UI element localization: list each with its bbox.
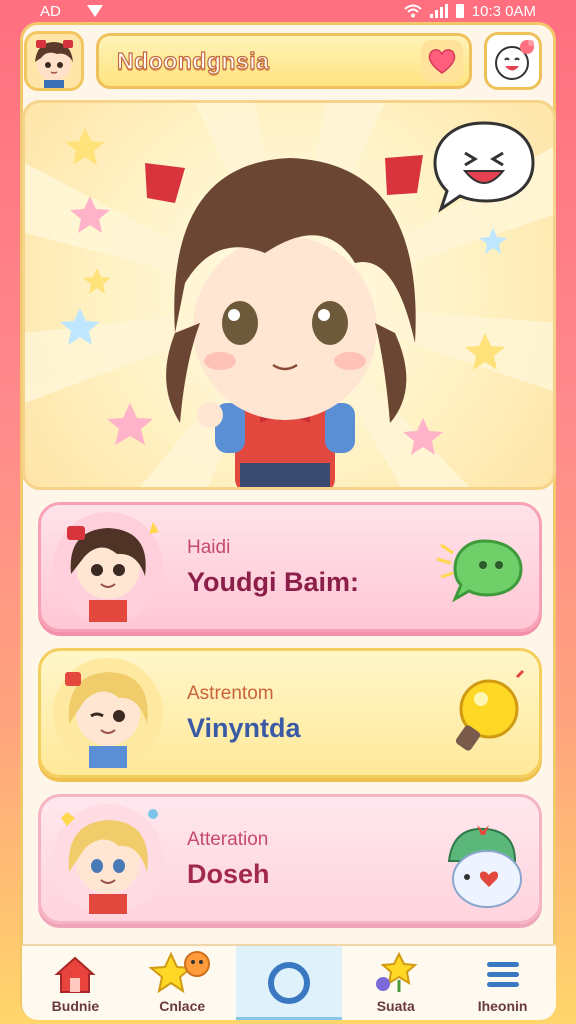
chibi-avatar-icon bbox=[67, 522, 159, 622]
chibi-avatar-icon bbox=[35, 40, 73, 88]
card-title: Vinyntda bbox=[187, 712, 301, 743]
chat-bubble-icon bbox=[436, 539, 523, 603]
card-title: Doseh bbox=[187, 858, 270, 889]
card-text: Astrentom Vinyntda bbox=[187, 683, 301, 744]
bottom-nav: Budnie Cnlace Suata Iheonin bbox=[22, 944, 556, 1020]
nav-item-menu[interactable]: Iheonin bbox=[449, 946, 556, 1020]
app-title: Ndoondgnsia bbox=[116, 47, 270, 74]
card-subtitle: Astrentom bbox=[187, 682, 274, 704]
character-thumbnail bbox=[53, 804, 163, 914]
chibi-avatar-icon bbox=[65, 672, 148, 768]
card-subtitle: Atteration bbox=[187, 828, 269, 850]
star-icon bbox=[148, 951, 211, 994]
wifi-icon bbox=[404, 4, 422, 18]
battery-icon bbox=[455, 4, 464, 18]
heart-icon bbox=[428, 49, 456, 74]
character-thumbnail bbox=[53, 512, 163, 622]
favorite-button[interactable] bbox=[421, 40, 463, 82]
nav-label: Budnie bbox=[51, 998, 100, 1014]
home-icon bbox=[54, 956, 97, 993]
lightbulb-icon bbox=[455, 669, 525, 751]
app-header: Ndoondgnsia bbox=[24, 28, 554, 94]
list-item[interactable]: Astrentom Vinyntda bbox=[38, 648, 542, 778]
chat-button[interactable] bbox=[429, 519, 529, 619]
menu-icon bbox=[486, 962, 519, 987]
list-item[interactable]: Haidi Youdgi Baim: bbox=[38, 502, 542, 632]
character-thumbnail bbox=[53, 658, 163, 768]
emoji-button[interactable] bbox=[484, 32, 542, 90]
nav-item-home[interactable]: Budnie bbox=[22, 946, 129, 1020]
nav-label: Suata bbox=[376, 998, 415, 1014]
speech-bubble bbox=[431, 119, 537, 213]
card-text: Atteration Doseh bbox=[187, 829, 270, 890]
laughing-speech-bubble-icon bbox=[433, 121, 535, 213]
nav-label: Iheonin bbox=[477, 998, 528, 1014]
status-time: 10:3 0AM bbox=[471, 2, 536, 20]
signal-icon bbox=[429, 4, 448, 18]
avatar[interactable] bbox=[24, 31, 84, 91]
mascot-button[interactable] bbox=[429, 811, 529, 911]
nav-item-center[interactable] bbox=[235, 946, 343, 1020]
idea-button[interactable] bbox=[429, 665, 529, 765]
flower-icon bbox=[375, 951, 418, 992]
laughing-face-icon bbox=[495, 40, 534, 80]
hero-banner bbox=[22, 100, 556, 490]
nav-item-status[interactable]: Suata bbox=[342, 946, 449, 1020]
nav-item-favorites[interactable]: Cnlace bbox=[129, 946, 236, 1020]
mascot-icon bbox=[447, 825, 522, 908]
list-item[interactable]: Atteration Doseh bbox=[38, 794, 542, 924]
card-subtitle: Haidi bbox=[187, 536, 231, 558]
circle-icon bbox=[267, 962, 310, 1004]
notification-icon bbox=[86, 5, 103, 17]
chibi-avatar-icon bbox=[61, 809, 158, 914]
card-title: Youdgi Baim: bbox=[187, 566, 359, 597]
status-bar: AD 10:3 0AM bbox=[0, 0, 576, 22]
status-left-text: AD bbox=[40, 2, 61, 20]
nav-label: Cnlace bbox=[159, 998, 206, 1014]
card-text: Haidi Youdgi Baim: bbox=[187, 537, 359, 598]
title-bar: Ndoondgnsia bbox=[96, 33, 472, 89]
